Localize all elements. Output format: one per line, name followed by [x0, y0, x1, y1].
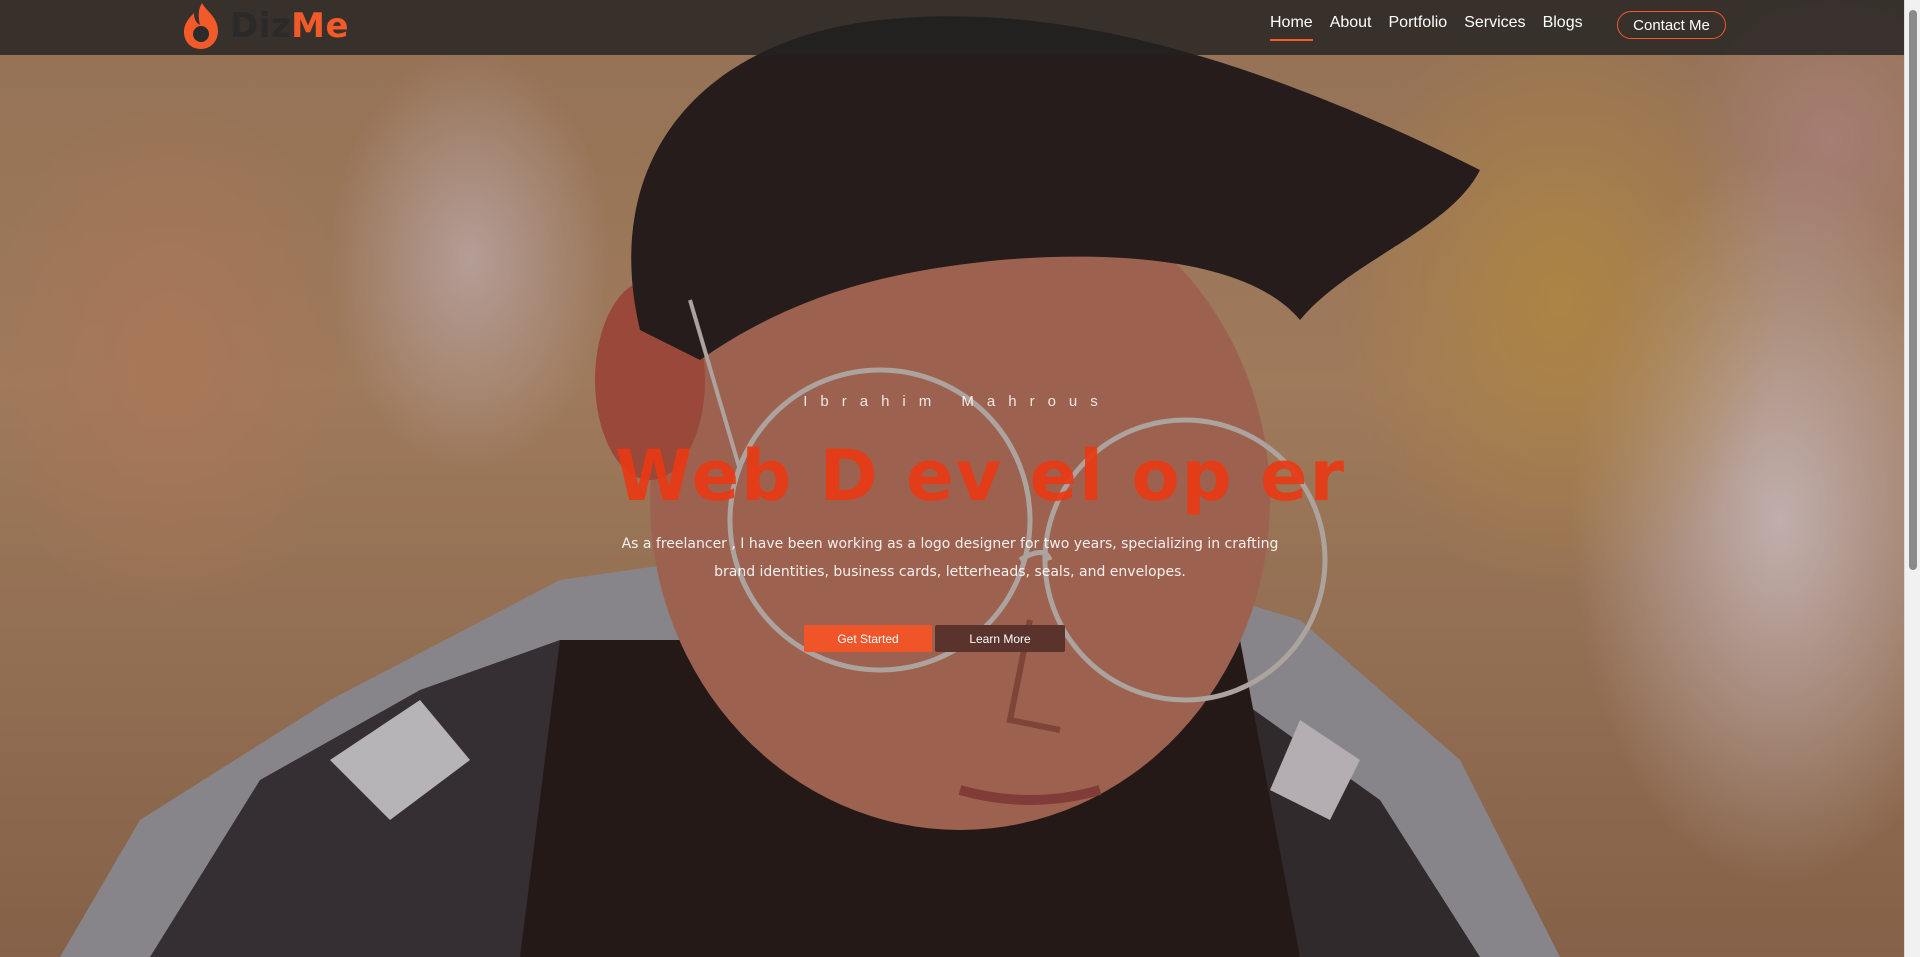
hero-description-line2: brand identities, business cards, letter…: [714, 564, 1186, 580]
nav-services[interactable]: Services: [1464, 14, 1525, 41]
get-started-button[interactable]: Get Started: [804, 625, 932, 652]
learn-more-button[interactable]: Learn More: [935, 625, 1065, 652]
nav-blogs[interactable]: Blogs: [1543, 14, 1583, 41]
nav-portfolio[interactable]: Portfolio: [1389, 14, 1448, 41]
brand-logo[interactable]: DizMe: [180, 0, 349, 52]
hero-description: As a freelancer , I have been working as…: [590, 530, 1310, 586]
hero-name: Ibrahim Mahrous: [803, 393, 1111, 410]
main-nav: Home About Portfolio Services Blogs: [1270, 14, 1583, 41]
brand-name-part1: Diz: [230, 6, 292, 46]
nav-home[interactable]: Home: [1270, 14, 1313, 41]
flame-logo-icon: [184, 3, 218, 49]
hero-button-group: Get Started Learn More: [804, 625, 1065, 652]
vertical-scrollbar[interactable]: [1904, 0, 1920, 957]
top-navbar: DizMe Home About Portfolio Services Blog…: [0, 0, 1904, 55]
hero-title: Web D ev el op er: [615, 435, 1347, 517]
hero-description-line1: As a freelancer , I have been working as…: [621, 536, 1279, 552]
brand-name-part2: Me: [291, 6, 350, 46]
brand-name: DizMe: [230, 6, 349, 46]
scrollbar-thumb[interactable]: [1909, 10, 1917, 570]
nav-about[interactable]: About: [1330, 14, 1372, 41]
contact-me-button[interactable]: Contact Me: [1617, 11, 1726, 39]
